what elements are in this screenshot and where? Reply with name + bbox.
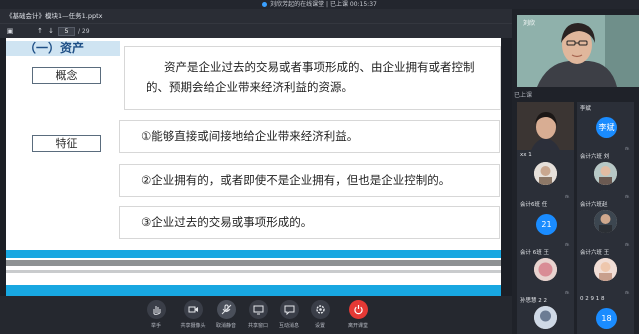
avatar-image bbox=[534, 162, 557, 185]
feature-item-2: ②企业拥有的，或者即使不是企业拥有，但也是企业控制的。 bbox=[119, 164, 500, 197]
student-avatar: 21 bbox=[536, 214, 557, 235]
student-name: 孙思慧 2 2 bbox=[520, 298, 547, 304]
power-icon bbox=[348, 300, 368, 319]
classroom-window: 刘欣芳起的在线课堂 | 已上课 00:15:37 《基础会计》模块1—任务1.p… bbox=[0, 0, 639, 334]
teacher-video-frame bbox=[517, 15, 639, 87]
mic-off-icon bbox=[216, 300, 236, 319]
feature-item-1: ①能够直接或间接地给企业带来经济利益。 bbox=[119, 120, 500, 153]
student-tile[interactable] bbox=[517, 102, 574, 157]
student-name: 李斌 bbox=[580, 106, 592, 112]
student-name: 会计六班 王 bbox=[580, 250, 610, 256]
avatar-image bbox=[534, 306, 557, 329]
gear-icon bbox=[310, 300, 330, 319]
slide-panel-icon[interactable]: ▣ bbox=[6, 27, 14, 35]
slide-footer-band bbox=[6, 285, 501, 296]
slide-toolbar: ▣ ↑ ↓ 5 / 29 bbox=[0, 23, 512, 38]
chat-icon bbox=[279, 300, 299, 319]
student-avatar: 李斌 bbox=[596, 117, 617, 138]
student-name: 会计 6班 王 bbox=[520, 250, 549, 256]
hand-icon bbox=[146, 300, 166, 319]
avatar bbox=[534, 306, 557, 329]
avatar-image bbox=[534, 258, 557, 281]
attendance-label: 已上课 bbox=[514, 92, 533, 99]
concept-label: 概念 bbox=[32, 67, 101, 84]
camera-icon bbox=[183, 300, 203, 319]
presentation-slide: （一）资产 概念 特征 资产是企业过去的交易或者事项形成的、由企业拥有或者控制的… bbox=[6, 38, 501, 296]
student-tile[interactable]: 会计六班赵 🎙 bbox=[577, 198, 634, 253]
student-tile[interactable]: 会计六班 刘 🎙 bbox=[577, 150, 634, 205]
slide-stripe-gray bbox=[6, 260, 501, 266]
student-name: 会计6班 任 bbox=[520, 202, 548, 208]
leave-class-button[interactable]: 离开课堂 bbox=[338, 300, 378, 332]
student-tile[interactable]: 李斌 李斌 🎙 bbox=[577, 102, 634, 157]
slide-stripe-blue bbox=[6, 250, 501, 258]
avatar bbox=[534, 162, 557, 185]
student-name: 会计六班 刘 bbox=[580, 154, 610, 160]
live-icon bbox=[262, 2, 268, 7]
raise-hand-label: 举手 bbox=[150, 323, 161, 329]
student-tile[interactable]: 会计 6班 王 🎙 bbox=[517, 246, 574, 301]
screen-share-icon bbox=[248, 300, 268, 319]
student-name: 0 2 9 1 8 bbox=[580, 296, 605, 302]
slide-heading: （一）资产 bbox=[24, 41, 85, 55]
student-video-frame bbox=[517, 102, 574, 157]
window-title: 刘欣芳起的在线课堂 | 已上课 00:15:37 bbox=[270, 1, 377, 8]
avatar-image bbox=[594, 258, 617, 281]
student-tile[interactable]: 会计6班 任 21 🎙 bbox=[517, 198, 574, 253]
teacher-video[interactable]: 刘欣 bbox=[517, 15, 639, 87]
page-total: / 29 bbox=[78, 28, 90, 35]
participants-panel: 刘欣 已上课 李斌 李斌 🎙 xx 1 🎙 会计 bbox=[512, 9, 639, 334]
window-title-bar: 刘欣芳起的在线课堂 | 已上课 00:15:37 bbox=[0, 0, 639, 9]
settings-label: 设置 bbox=[314, 323, 325, 329]
student-name: xx 1 bbox=[520, 152, 532, 158]
avatar bbox=[594, 162, 617, 185]
control-bar: 举手 共享摄像头 取消静音 共享窗口 互动消息 设置 离开课堂 bbox=[0, 296, 512, 334]
avatar bbox=[594, 210, 617, 233]
avatar bbox=[534, 258, 557, 281]
settings-button[interactable]: 设置 bbox=[300, 300, 340, 332]
file-title-bar: 《基础会计》模块1—任务1.pptx bbox=[0, 9, 512, 23]
prev-slide-icon[interactable]: ↑ bbox=[36, 27, 44, 35]
leave-class-label: 离开课堂 bbox=[347, 323, 368, 329]
raise-hand-button[interactable]: 举手 bbox=[136, 300, 176, 332]
avatar bbox=[594, 258, 617, 281]
student-tile[interactable]: 0 2 9 1 8 18 🎙 bbox=[577, 294, 634, 334]
avatar-image bbox=[594, 162, 617, 185]
student-tile[interactable]: 会计六班 王 🎙 bbox=[577, 246, 634, 301]
feature-label: 特征 bbox=[32, 135, 101, 152]
avatar-image bbox=[594, 210, 617, 233]
student-name: 会计六班赵 bbox=[580, 202, 608, 208]
file-title: 《基础会计》模块1—任务1.pptx bbox=[6, 12, 103, 20]
teacher-name: 刘欣 bbox=[523, 20, 536, 27]
next-slide-icon[interactable]: ↓ bbox=[47, 27, 55, 35]
student-avatar: 18 bbox=[596, 308, 617, 329]
page-number-input[interactable]: 5 bbox=[58, 27, 75, 36]
slide-stripe-light bbox=[6, 270, 501, 273]
student-tile[interactable]: xx 1 🎙 bbox=[517, 150, 574, 205]
feature-item-3: ③企业过去的交易或事项形成的。 bbox=[119, 206, 500, 239]
student-tile[interactable]: 孙思慧 2 2 🎙 bbox=[517, 294, 574, 334]
definition-box: 资产是企业过去的交易或者事项形成的、由企业拥有或者控制的、预期会给企业带来经济利… bbox=[124, 46, 501, 110]
